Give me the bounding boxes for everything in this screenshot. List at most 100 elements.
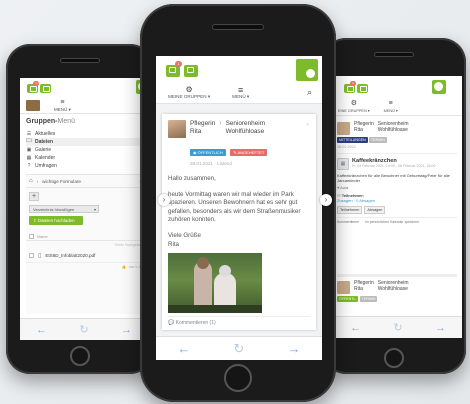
post-header: Pflegerin Rita Seniorenheim Wohlfühloase: [337, 121, 457, 135]
left-bottom-bar: ← ↻ →: [20, 318, 148, 340]
files-table-header: Name: [26, 232, 148, 241]
breadcrumb-folder[interactable]: wichtige Formulare: [42, 179, 81, 184]
post-photo[interactable]: [168, 253, 262, 314]
right-bottom-bar: ← ↻ →: [334, 316, 462, 338]
home-icon[interactable]: ⌂: [29, 178, 33, 184]
column-name[interactable]: Name: [37, 234, 48, 239]
chevron-down-icon: ▾: [93, 207, 96, 212]
list-icon: ☰: [26, 131, 32, 137]
accept-button[interactable]: Teilnehmen: [337, 206, 363, 214]
author-avatar[interactable]: [168, 120, 186, 138]
upload-button[interactable]: ⇪ Dateien hochladen: [29, 216, 83, 225]
my-groups-nav[interactable]: ⚙ MEINE GRUPPEN ▾: [168, 85, 211, 100]
right-topbar: 1: [334, 76, 462, 98]
hamburger-icon: ≡: [388, 100, 393, 107]
comment-option[interactable]: Kommentieren: [337, 220, 359, 224]
back-arrow-icon[interactable]: ←: [36, 324, 47, 336]
left-phone: 1 ≡ MENÜ ▾ Gruppen-Menü ☰ Aktuelles 🗀 Datei…: [6, 44, 154, 374]
user-avatar[interactable]: [296, 59, 318, 81]
right-phone-speaker: [374, 52, 414, 57]
group-menu-list: ☰ Aktuelles 🗀 Dateien ▣ Galerie ▦ Kalender? Umfr…: [26, 130, 142, 170]
event-post-2: Pflegerin Rita Seniorenheim Wohlfühloase…: [337, 274, 457, 302]
right-nav: ⚙ EINE GRUPPEN ▾ ≡ MENÜ ▾: [334, 98, 462, 116]
forward-arrow-icon[interactable]: →: [121, 324, 132, 336]
group-name[interactable]: Seniorenheim Wohlfühloase: [377, 121, 409, 133]
author-name[interactable]: Pflegerin Rita: [190, 120, 215, 135]
gear-icon: ⚙: [350, 100, 357, 107]
group-name[interactable]: Seniorenheim Wohlfühloase: [378, 280, 409, 292]
author-first: Pflegerin: [190, 120, 216, 127]
author-avatar[interactable]: [337, 281, 350, 294]
group-menu-title-main: Gruppen-: [26, 118, 58, 125]
left-home-button[interactable]: [70, 346, 90, 366]
comments-row[interactable]: 💬 Kommentieren (1): [168, 316, 310, 326]
right-home-button[interactable]: [384, 348, 404, 368]
tag-public-label: ÖFFENTLICH: [197, 150, 223, 155]
row-checkbox[interactable]: [29, 253, 34, 258]
group-line2: Wohlfühloase: [377, 126, 408, 133]
image-icon: ▣: [26, 147, 32, 153]
folder-icon: 🗀: [26, 138, 32, 144]
author-avatar[interactable]: [337, 122, 350, 135]
add-button[interactable]: +: [29, 192, 39, 201]
save-calendar-option[interactable]: Im persönlichen Kalender speichern: [365, 220, 419, 224]
select-all-checkbox[interactable]: [29, 233, 34, 239]
event-description: Kaffeekränzchen für alle Bewohner mit Ge…: [337, 173, 450, 183]
event-post: Pflegerin Rita Seniorenheim Wohlfühloase…: [337, 121, 457, 224]
group-menu-title-suffix: Menü: [57, 118, 76, 125]
groups-nav-label: MEINE GRUPPEN ▾: [168, 93, 211, 99]
like-icon[interactable]: 👍: [122, 265, 126, 269]
sidebar-item-aktuelles[interactable]: ☰ Aktuelles: [26, 130, 142, 138]
reload-icon[interactable]: ↻: [393, 321, 402, 334]
reload-icon[interactable]: ↻: [79, 323, 88, 336]
sidebar-item-dateien[interactable]: 🗀 Dateien: [26, 138, 142, 146]
event-time: Fr. 04 Februar 2021, 14:00 - 08 Februar …: [352, 164, 436, 168]
messages-button[interactable]: [184, 65, 198, 77]
right-phone: 1 ⚙ EINE GRUPPEN ▾ ≡ MENÜ ▾ Pflegerin Ri…: [322, 38, 466, 374]
author-name[interactable]: Pflegerin Rita: [354, 121, 374, 133]
back-arrow-icon[interactable]: ←: [350, 322, 361, 334]
menu-nav[interactable]: ≡ MENÜ ▾: [54, 99, 71, 113]
sidebar-item-umfragen[interactable]: ? Umfragen: [26, 162, 142, 170]
folder-select[interactable]: Verzeichnis hinzufügen ▾: [29, 205, 99, 213]
post-menu-icon[interactable]: ⌄: [305, 120, 310, 127]
post-timestamp: 28.01.2021: [337, 145, 357, 149]
showcase-stage: 1 ≡ MENÜ ▾ Gruppen-Menü ☰ Aktuelles 🗀 Datei…: [0, 0, 470, 404]
messages-button[interactable]: [357, 84, 368, 93]
breadcrumb-chevron-icon: ›: [36, 178, 39, 184]
menu-nav[interactable]: ≡ MENÜ ▾: [384, 100, 398, 113]
event-location: ⌖ Aula: [337, 185, 457, 190]
post-closing: Viele Grüße: [168, 231, 201, 239]
author-name[interactable]: Pflegerin Rita: [354, 280, 374, 292]
sidebar-item-kalender[interactable]: ▦ Kalender: [26, 154, 142, 162]
left-topbar: 1: [20, 78, 148, 98]
table-row[interactable]: ▯ EtS6D_Infoblatt2020.pdf: [26, 249, 148, 263]
file-name[interactable]: EtS6D_Infoblatt2020.pdf: [45, 253, 95, 258]
group-name[interactable]: Seniorenheim Wohlfühloase: [226, 120, 265, 135]
reload-icon[interactable]: ↻: [234, 341, 245, 357]
carousel-next-button[interactable]: ›: [320, 194, 332, 206]
sidebar-item-galerie[interactable]: ▣ Galerie: [26, 146, 142, 154]
forward-arrow-icon[interactable]: →: [287, 341, 300, 356]
back-arrow-icon[interactable]: ←: [178, 341, 191, 356]
participants-count[interactable]: Zusagen · 0 Absagen: [337, 198, 457, 203]
user-avatar[interactable]: [432, 80, 446, 94]
group-menu: Gruppen-Menü ☰ Aktuelles 🗀 Dateien ▣ Galerie ▦…: [26, 118, 142, 170]
center-home-button[interactable]: [224, 364, 252, 392]
tag-pinned: ✎ ANGEHEFTET: [230, 149, 268, 156]
forward-arrow-icon[interactable]: →: [435, 322, 446, 334]
comments-label: Kommentieren (1): [175, 320, 216, 326]
sidebar-item-label: Umfragen: [35, 163, 57, 169]
menu-nav[interactable]: ≡ MENÜ ▾: [232, 85, 249, 100]
post-text: heute Vormittag waren wir mal wieder im …: [168, 190, 301, 224]
post-tags: ◉ ÖFFENTLICH ✎ ANGEHEFTET: [168, 141, 310, 159]
files-table-meta: Größe Hochgeladen: [114, 243, 145, 247]
messages-button[interactable]: [40, 84, 51, 93]
left-phone-speaker: [60, 58, 100, 63]
event-box: ▦ Kaffeekränzchen Fr. 04 Februar 2021, 1…: [337, 153, 457, 224]
decline-button[interactable]: Absagen: [364, 206, 386, 214]
carousel-prev-button[interactable]: ›: [158, 194, 170, 206]
my-groups-nav[interactable]: ⚙ EINE GRUPPEN ▾: [338, 100, 370, 113]
search-icon[interactable]: ⌕: [307, 87, 312, 98]
group-thumbnail[interactable]: [26, 100, 40, 111]
